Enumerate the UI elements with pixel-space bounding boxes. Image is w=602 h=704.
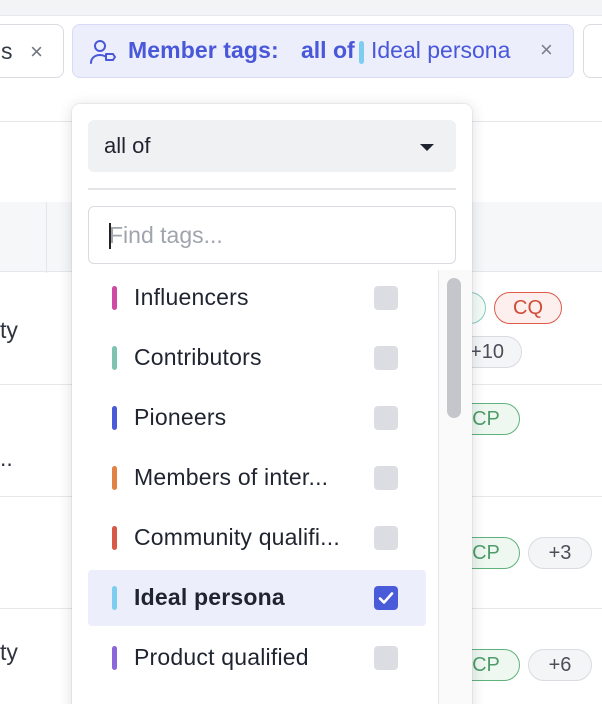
filter-chip-previous[interactable]: s × [0,24,64,78]
tag-color-bar [112,286,117,310]
tag-option-community-qualified[interactable]: Community qualifi... [88,510,426,566]
filter-chip-member-tags[interactable]: Member tags: all of Ideal persona × [72,24,574,78]
filter-label: Member tags: [128,37,279,63]
filter-chip-next[interactable] [583,24,602,78]
text-cursor [109,223,111,249]
tag-color-bar [112,406,117,430]
tag-color-bar [112,466,117,490]
scrollbar-thumb[interactable] [447,278,461,418]
tag-color-bar [112,646,117,670]
filter-operator: all of [301,37,355,63]
filter-chip-label: s [1,37,13,64]
tag-option-label: Members of inter... [134,464,329,490]
checkbox[interactable] [374,526,398,550]
filter-value: Ideal persona [371,37,511,63]
tag-color-bar [112,526,117,550]
tag-option-members-of-interest[interactable]: Members of inter... [88,450,426,506]
tag-option-label: Ideal persona [134,584,285,610]
row-text: ty [0,639,18,665]
tag-option-pioneers[interactable]: Pioneers [88,390,426,446]
row-text: .. [0,445,13,471]
tag-filter-dropdown: all of Influencers Contributors Pioneers… [72,104,472,704]
close-icon[interactable]: × [30,39,43,65]
checkbox[interactable] [374,286,398,310]
tag-color-bar [359,41,364,64]
checkmark-icon [378,592,394,604]
tag-option-label: Influencers [134,284,249,310]
tag-option-product-qualified[interactable]: Product qualified [88,630,426,686]
checkbox[interactable] [374,466,398,490]
tag-color-bar [112,586,117,610]
tag-badge: +6 [528,649,592,681]
person-tag-icon [89,39,117,71]
operator-select-value: all of [104,133,151,158]
tag-option-label: Community qualifi... [134,524,340,550]
checkbox-checked[interactable] [374,586,398,610]
checkbox[interactable] [374,406,398,430]
caret-down-icon [420,144,434,151]
checkbox[interactable] [374,646,398,670]
tag-option-ideal-persona[interactable]: Ideal persona [88,570,426,626]
close-icon[interactable]: × [540,37,553,63]
divider [88,188,456,190]
checkbox[interactable] [374,346,398,370]
tag-badge: +3 [528,537,592,569]
tag-option-label: Contributors [134,344,262,370]
scrollbar-track[interactable] [438,270,472,704]
tag-option-label: Pioneers [134,404,227,430]
operator-select[interactable]: all of [88,120,456,172]
tag-color-bar [112,346,117,370]
top-strip [0,0,602,16]
tag-badge: CQ [494,292,562,324]
tag-search-input[interactable] [88,206,456,264]
tag-option-label: Product qualified [134,644,309,670]
tag-option-contributors[interactable]: Contributors [88,330,426,386]
row-text: ty [0,317,18,343]
tag-option-influencers[interactable]: Influencers [88,270,426,326]
